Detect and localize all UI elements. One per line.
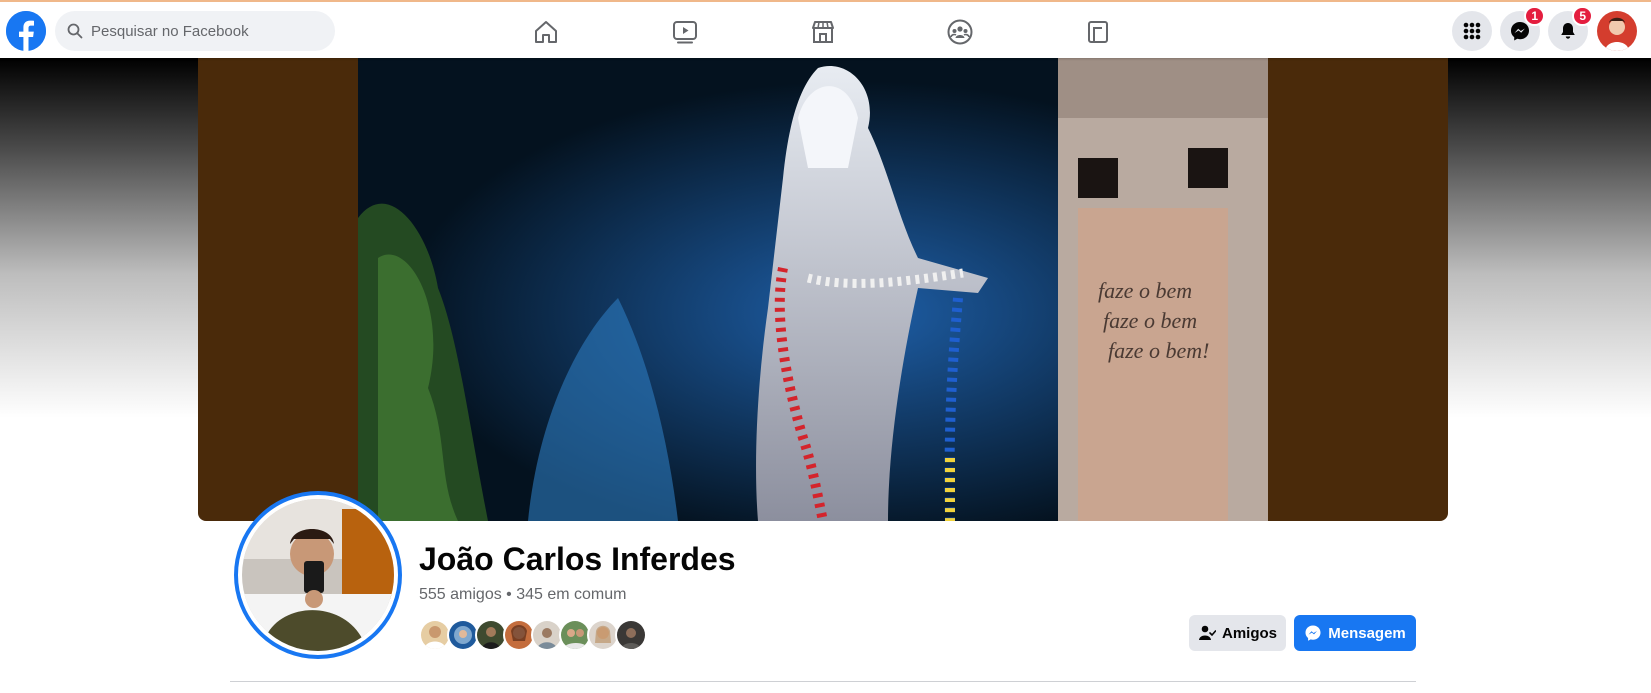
friends-button-label: Amigos [1221,624,1277,642]
groups-icon [947,19,973,45]
notifications-button[interactable]: 5 [1548,6,1593,51]
friend-avatar[interactable] [615,619,647,651]
nav-watch[interactable] [665,12,705,52]
nav-home[interactable] [526,12,566,52]
profile-picture[interactable] [234,491,402,659]
nav-marketplace[interactable] [803,12,843,52]
account-avatar[interactable] [1597,11,1637,51]
svg-text:faze o bem: faze o bem [1098,278,1192,303]
gaming-icon [1088,21,1108,43]
messenger-badge: 1 [1524,6,1545,26]
friends-check-icon [1198,625,1216,640]
message-button-label: Mensagem [1328,624,1406,642]
messenger-button[interactable]: 1 [1500,6,1545,51]
nav-gaming[interactable] [1078,12,1118,52]
home-icon [535,21,557,43]
svg-text:faze o bem: faze o bem [1103,308,1197,333]
marketplace-icon [812,21,834,43]
mutual-friends-avatars [419,619,647,651]
watch-icon [673,21,697,44]
search-bar[interactable] [55,11,335,51]
friends-count[interactable]: 555 amigos • 345 em comum [419,586,626,604]
menu-button[interactable] [1452,11,1492,51]
facebook-logo[interactable] [6,11,46,51]
profile-name: João Carlos Inferdes [419,541,736,577]
nav-groups[interactable] [940,12,980,52]
messenger-icon [1305,625,1321,641]
top-navigation-bar: 1 5 [0,0,1651,58]
grid-menu-icon [1463,22,1481,40]
message-button[interactable]: Mensagem [1294,615,1416,651]
cover-photo[interactable]: faze o bem faze o bem faze o bem! [198,58,1448,521]
svg-text:faze o bem!: faze o bem! [1108,338,1209,363]
search-input[interactable] [91,22,321,40]
profile-divider [230,681,1416,682]
friends-button[interactable]: Amigos [1189,615,1286,651]
notifications-badge: 5 [1572,6,1593,26]
search-icon [67,23,83,39]
